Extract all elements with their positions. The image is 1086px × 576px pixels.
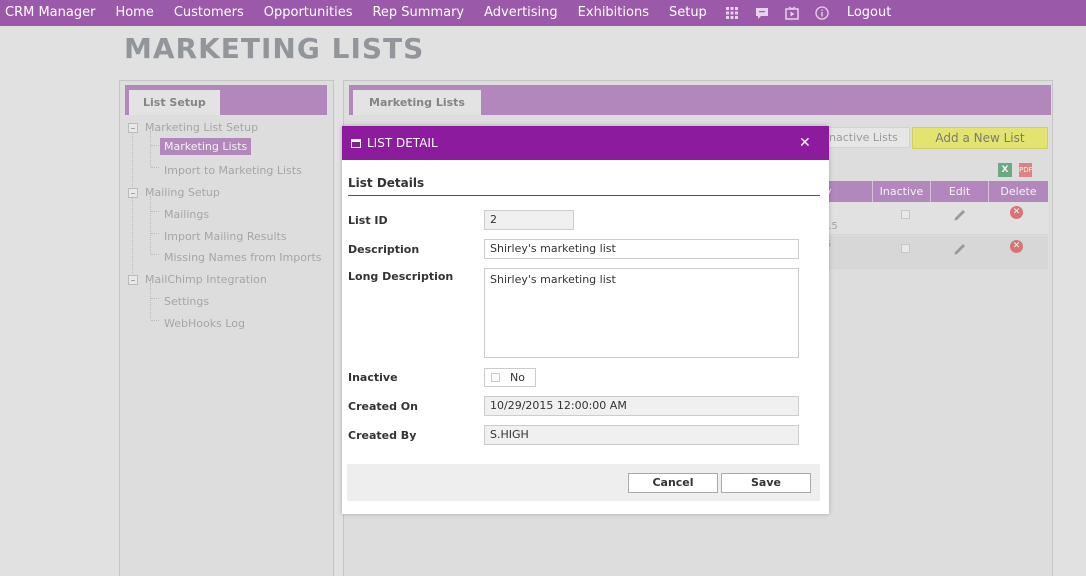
video-icon[interactable] [777,0,807,26]
nav-advertising[interactable]: Advertising [474,0,568,26]
grid-icon[interactable] [717,0,747,26]
nav-brand[interactable]: CRM Manager [0,0,105,26]
section-divider [348,195,820,196]
chat-icon[interactable] [747,0,777,26]
nav-exhibitions[interactable]: Exhibitions [568,0,659,26]
list-id-label: List ID [348,214,388,227]
nav-logout[interactable]: Logout [837,0,902,26]
inactive-label: Inactive [348,371,398,384]
nav-rep-summary[interactable]: Rep Summary [362,0,474,26]
inactive-checkbox[interactable] [491,373,500,382]
dialog-footer: Cancel Save [347,464,820,501]
top-nav: CRM Manager Home Customers Opportunities… [0,0,1086,26]
nav-customers[interactable]: Customers [164,0,254,26]
created-by-label: Created By [348,429,417,442]
created-on-label: Created On [348,400,418,413]
dialog-header: LIST DETAIL ✕ [342,126,829,160]
long-description-field[interactable]: Shirley's marketing list [484,268,799,358]
description-field[interactable]: Shirley's marketing list [484,239,799,259]
nav-setup[interactable]: Setup [659,0,717,26]
nav-opportunities[interactable]: Opportunities [254,0,363,26]
section-title: List Details [348,176,425,190]
list-detail-dialog: LIST DETAIL ✕ List Details List ID 2 Des… [342,126,829,514]
list-id-field[interactable]: 2 [484,210,574,230]
created-on-field: 10/29/2015 12:00:00 AM [484,396,799,416]
description-label: Description [348,243,420,256]
save-button[interactable]: Save [721,473,811,493]
inactive-toggle[interactable]: No [484,368,536,387]
close-icon[interactable]: ✕ [799,126,811,160]
nav-home[interactable]: Home [105,0,163,26]
cancel-button[interactable]: Cancel [628,473,718,493]
created-by-field: S.HIGH [484,425,799,445]
window-icon [351,139,361,148]
info-icon[interactable] [807,0,837,26]
dialog-title: LIST DETAIL [367,136,438,150]
inactive-value: No [510,371,525,384]
long-description-label: Long Description [348,270,454,283]
